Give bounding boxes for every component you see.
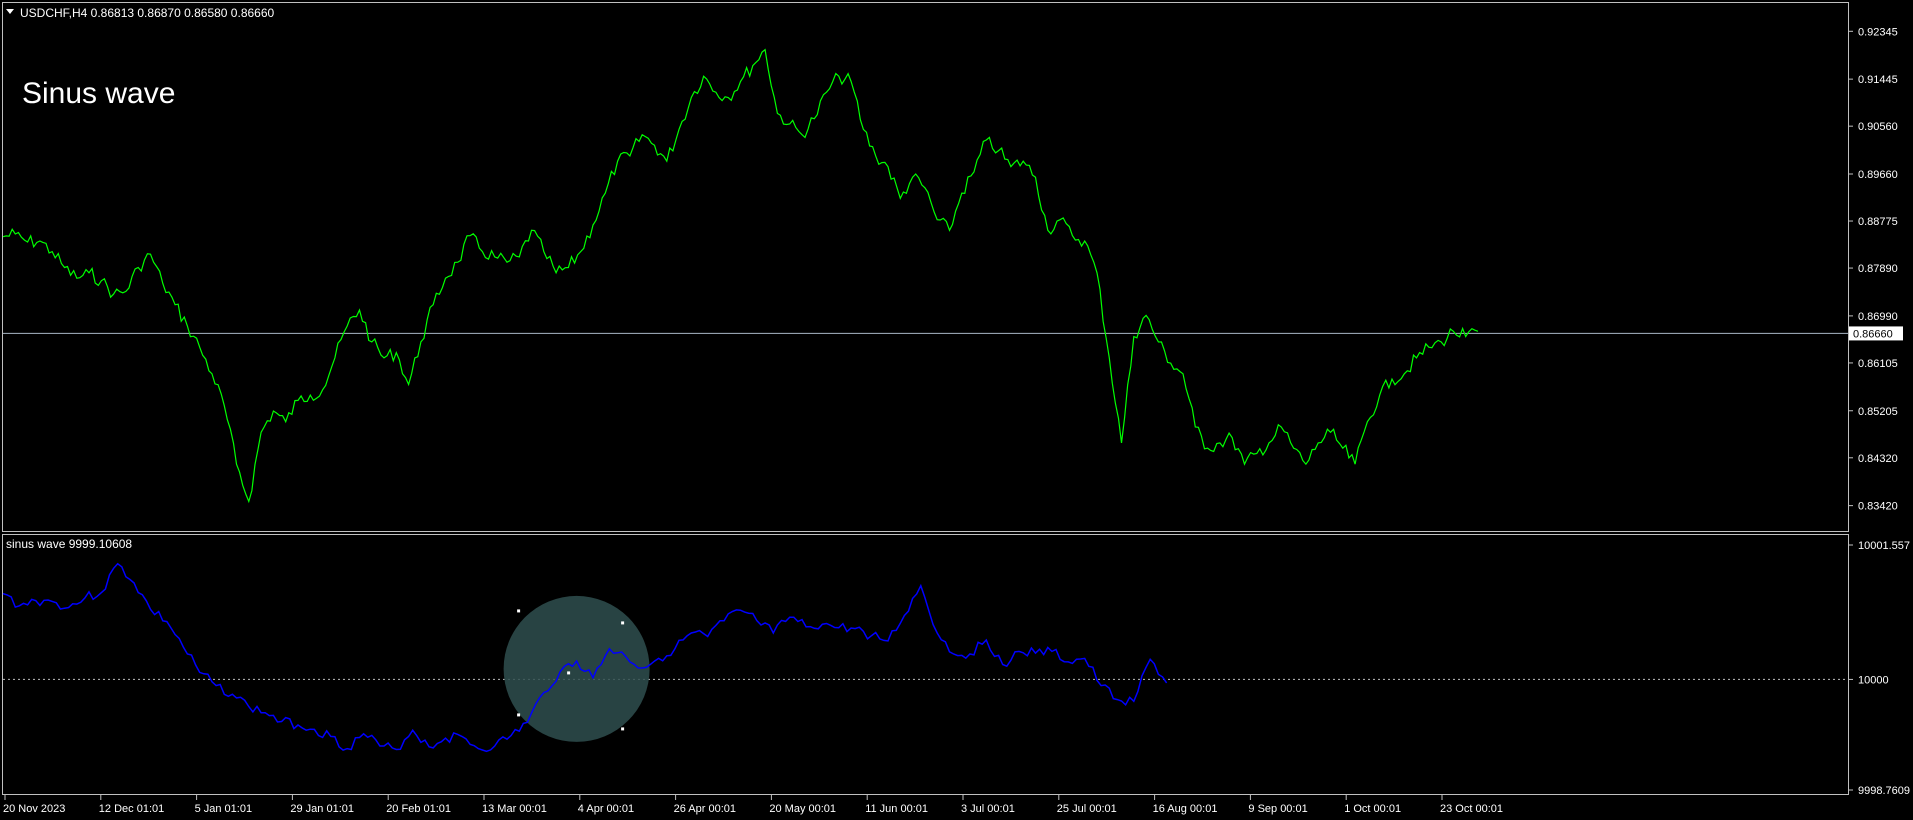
x-tick-label: 20 Nov 2023 [3, 803, 65, 815]
price-y-tick-label: 0.91445 [1858, 74, 1898, 86]
x-tick-label: 20 May 00:01 [769, 803, 836, 815]
x-tick-label: 5 Jan 01:01 [195, 803, 253, 815]
x-tick-label: 20 Feb 01:01 [386, 803, 451, 815]
x-tick-label: 23 Oct 00:01 [1440, 803, 1503, 815]
price-y-tick-label: 0.90560 [1858, 121, 1898, 133]
x-tick-label: 3 Jul 00:01 [961, 803, 1015, 815]
x-tick-label: 9 Sep 00:01 [1248, 803, 1307, 815]
price-y-tick-label: 0.83420 [1858, 501, 1898, 513]
price-y-tick-label: 0.86990 [1858, 311, 1898, 323]
x-tick-label: 11 Jun 00:01 [865, 803, 928, 815]
sinus-wave-annotation: Sinus wave [22, 77, 175, 110]
x-tick-label: 12 Dec 01:01 [99, 803, 164, 815]
indicator-y-tick-label: 10000 [1858, 674, 1889, 686]
selection-handle [621, 727, 625, 731]
highlight-circle [503, 595, 650, 742]
selection-handle [517, 713, 521, 717]
x-tick-label: 1 Oct 00:01 [1344, 803, 1401, 815]
price-y-tick-label: 0.86105 [1858, 358, 1898, 370]
symbol-header: USDCHF,H4 0.86813 0.86870 0.86580 0.8666… [20, 6, 275, 20]
price-y-tick-label: 0.92345 [1858, 26, 1898, 38]
price-y-tick-label: 0.87890 [1858, 263, 1898, 275]
selection-handle [567, 671, 571, 675]
price-y-tick-label: 0.89660 [1858, 169, 1898, 181]
indicator-label: sinus wave 9999.10608 [6, 537, 132, 551]
x-tick-label: 26 Apr 00:01 [674, 803, 736, 815]
x-tick-label: 16 Aug 00:01 [1153, 803, 1218, 815]
trading-chart: USDCHF,H4 0.86813 0.86870 0.86580 0.8666… [0, 0, 1913, 820]
indicator-y-tick-label: 10001.557 [1858, 540, 1910, 552]
price-y-tick-label: 0.88775 [1858, 216, 1898, 228]
x-tick-label: 4 Apr 00:01 [578, 803, 634, 815]
chart-background [0, 0, 1913, 820]
indicator-y-tick-label: 9998.7609 [1858, 785, 1910, 797]
x-tick-label: 13 Mar 00:01 [482, 803, 547, 815]
x-tick-label: 29 Jan 01:01 [290, 803, 354, 815]
selection-handle [621, 621, 625, 625]
current-price-label: 0.86660 [1853, 328, 1893, 340]
x-tick-label: 25 Jul 00:01 [1057, 803, 1117, 815]
price-y-tick-label: 0.85205 [1858, 406, 1898, 418]
price-y-tick-label: 0.84320 [1858, 453, 1898, 465]
selection-handle [517, 609, 521, 613]
